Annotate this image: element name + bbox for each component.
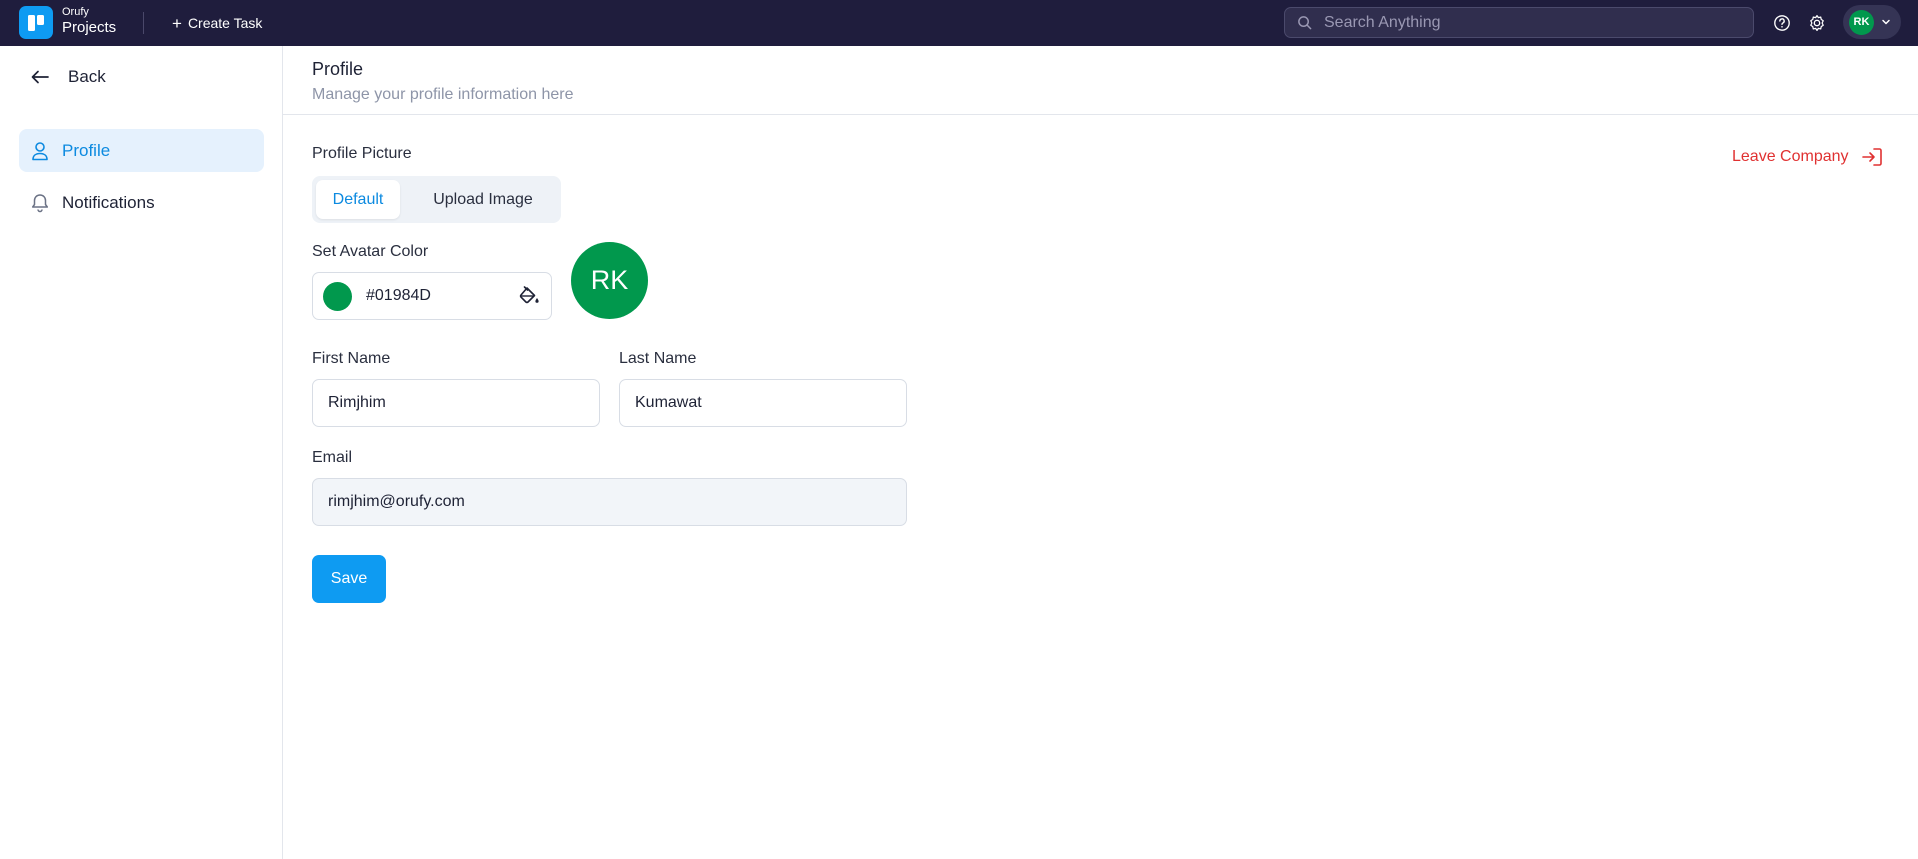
- create-task-label: Create Task: [187, 15, 263, 31]
- sidebar-item-label: Notifications: [62, 192, 155, 212]
- color-hex-value[interactable]: #01984D: [366, 287, 506, 305]
- sidebar: Back Profile Notifications: [0, 46, 283, 859]
- page-header: Profile Manage your profile information …: [283, 46, 1918, 115]
- bell-icon: [31, 193, 49, 212]
- brand-small: Orufy: [62, 6, 89, 18]
- default-option-button[interactable]: Default: [316, 180, 400, 219]
- user-menu[interactable]: RK: [1843, 5, 1901, 39]
- top-bar: Orufy Projects + Create Task RK: [0, 0, 1918, 46]
- search-input[interactable]: [1324, 13, 1724, 32]
- sidebar-item-profile[interactable]: Profile: [19, 129, 264, 172]
- plus-icon: +: [172, 13, 182, 33]
- user-icon: [32, 141, 48, 160]
- avatar: RK: [1849, 9, 1874, 35]
- sidebar-item-label: Profile: [62, 140, 111, 160]
- board-icon[interactable]: [19, 6, 53, 39]
- topbar-divider: [143, 12, 144, 34]
- save-button[interactable]: Save: [312, 555, 386, 603]
- paint-bucket-icon[interactable]: [519, 286, 540, 306]
- create-task-button[interactable]: + Create Task: [172, 12, 262, 34]
- brand-big: Projects: [62, 19, 117, 36]
- avatar-preview: RK: [571, 242, 648, 319]
- back-button[interactable]: Back: [30, 66, 106, 88]
- leave-company-button[interactable]: Leave Company: [1732, 147, 1883, 167]
- back-label: Back: [68, 67, 106, 86]
- first-name-field[interactable]: Rimjhim: [312, 379, 600, 427]
- search-icon: [1298, 16, 1312, 30]
- page-title: Profile: [312, 59, 364, 79]
- page-subtitle: Manage your profile information here: [312, 86, 574, 103]
- avatar-color-label: Set Avatar Color: [312, 243, 429, 260]
- gear-icon[interactable]: [1806, 12, 1828, 34]
- help-circle-icon[interactable]: [1771, 12, 1793, 34]
- avatar-color-field[interactable]: #01984D: [312, 272, 552, 320]
- leave-company-label: Leave Company: [1732, 148, 1849, 165]
- email-label: Email: [312, 449, 353, 466]
- chevron-down-icon: [1882, 19, 1890, 25]
- search-bar: [1284, 7, 1754, 38]
- profile-picture-toggle: Default Upload Image: [312, 176, 561, 223]
- arrow-left-icon: [31, 70, 49, 84]
- profile-picture-label: Profile Picture: [312, 145, 412, 162]
- last-name-label: Last Name: [619, 350, 697, 367]
- logout-icon: [1861, 148, 1882, 166]
- upload-image-button[interactable]: Upload Image: [412, 180, 554, 219]
- brand-name: Orufy Projects: [62, 6, 117, 36]
- color-swatch[interactable]: [323, 281, 352, 311]
- first-name-label: First Name: [312, 350, 391, 367]
- sidebar-item-notifications[interactable]: Notifications: [19, 181, 264, 224]
- last-name-field[interactable]: Kumawat: [619, 379, 907, 427]
- email-field[interactable]: rimjhim@orufy.com: [312, 478, 907, 526]
